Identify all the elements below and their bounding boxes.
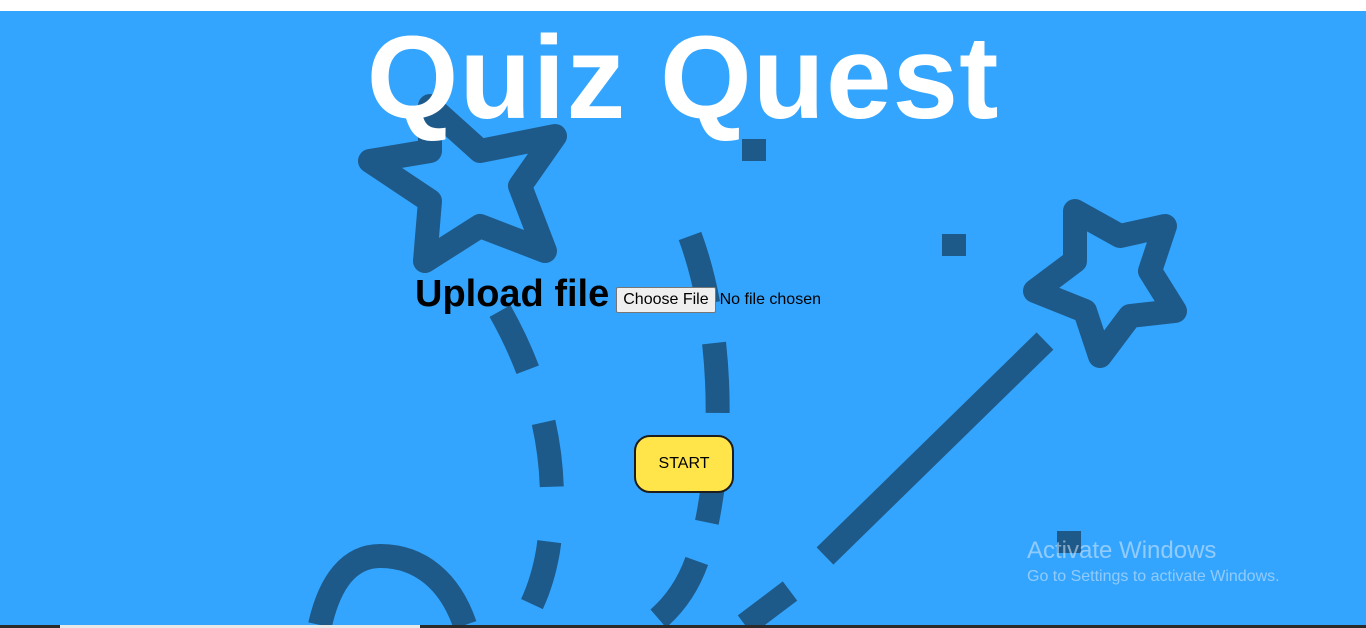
start-button[interactable]: START [634, 435, 734, 493]
trail-arc-inner [489, 305, 564, 625]
watermark-subtitle: Go to Settings to activate Windows. [1027, 568, 1280, 585]
wand-line-lower [737, 581, 798, 625]
right-star-shape [1023, 199, 1187, 368]
wand-line [816, 332, 1054, 565]
file-status-text: No file chosen [719, 291, 821, 308]
upload-label: Upload file [415, 272, 610, 315]
upload-row: Upload file Choose File No file chosen [415, 269, 821, 319]
trail-curve-bottom [308, 544, 477, 625]
watermark-title: Activate Windows [1027, 537, 1217, 564]
page-title: Quiz Quest [366, 12, 1000, 144]
choose-file-button[interactable]: Choose File [616, 287, 716, 313]
sparkle-square [942, 234, 966, 256]
windows-activation-watermark: Activate Windows Go to Settings to activ… [1027, 536, 1280, 588]
page-background: Quiz Quest Upload file Choose File No fi… [0, 11, 1366, 625]
